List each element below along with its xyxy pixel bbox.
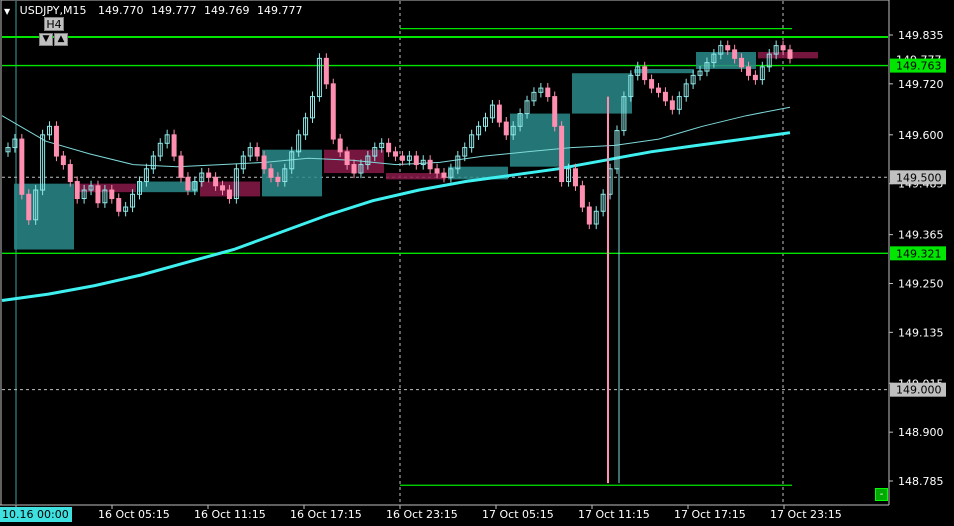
candle-body — [739, 57, 745, 68]
price-tick-label: 149.365 — [898, 229, 944, 242]
candle-body — [441, 172, 447, 178]
candle-body — [399, 155, 405, 161]
candle-body — [178, 155, 184, 178]
chart-header: ▼ USDJPY,M15 149.770 149.777 149.769 149… — [4, 4, 307, 17]
candle-body — [206, 172, 212, 178]
candle-body — [53, 125, 59, 157]
candle-body — [413, 155, 419, 166]
candle-body — [496, 104, 502, 123]
candle-body — [185, 176, 191, 191]
level-149.000-tag: 149.000 — [896, 384, 942, 397]
candle-body — [26, 193, 32, 221]
high-price: 149.777 — [151, 4, 197, 17]
candle-body — [74, 181, 80, 200]
level-149.763-tag: 149.763 — [896, 60, 942, 73]
candle-body — [268, 168, 274, 178]
price-tick-label: 149.250 — [898, 277, 944, 290]
candle-body — [95, 185, 101, 204]
candle-body — [330, 83, 336, 140]
candle-body — [19, 138, 25, 195]
time-tick-label: 17 Oct 11:15 — [578, 508, 650, 521]
candle-body — [552, 96, 558, 127]
candle-body — [649, 79, 655, 89]
candle-body — [503, 121, 509, 136]
time-tick-label: 16 Oct 23:15 — [386, 508, 458, 521]
time-tick-label: 16 Oct 11:15 — [194, 508, 266, 521]
candle-body — [656, 87, 662, 93]
candle-body — [559, 125, 565, 183]
timeframe-switcher: H4 ▼ ▲ — [39, 17, 69, 47]
candle-body — [337, 138, 343, 153]
candle-body — [60, 155, 66, 166]
candle-body — [351, 164, 357, 174]
price-tick-label: 148.785 — [898, 475, 944, 488]
level-149.321-tag: 149.321 — [896, 247, 942, 260]
level-149.500-tag: 149.500 — [896, 171, 942, 184]
h4-box — [76, 183, 136, 193]
candle-body — [572, 168, 578, 187]
time-tick-label: 10.16 00:00 — [2, 508, 69, 521]
time-axis: 10.16 00:00 16 Oct 05:15 16 Oct 11:15 16 Oc… — [0, 505, 842, 522]
candle-body — [545, 87, 551, 98]
candle-body — [669, 100, 675, 110]
price-tick-label: 149.835 — [898, 29, 944, 42]
candle-body — [344, 151, 350, 166]
candle-body — [254, 147, 260, 157]
time-tick-label: 17 Oct 17:15 — [674, 508, 746, 521]
symbol-label: USDJPY,M15 — [19, 4, 87, 17]
candle-body — [787, 49, 793, 59]
candle-body — [323, 57, 329, 85]
chart-background — [0, 0, 954, 526]
price-tick-label: 149.600 — [898, 129, 944, 142]
price-chart[interactable]: 149.835149.720149.600149.485149.365149.2… — [0, 0, 954, 526]
time-tick-label: 16 Oct 05:15 — [98, 508, 170, 521]
candle-body — [579, 185, 585, 208]
price-tick-label: 148.900 — [898, 426, 944, 439]
candle-body — [732, 49, 738, 59]
h4-box — [572, 73, 632, 114]
candle-body — [213, 176, 219, 187]
candle-body — [275, 176, 281, 183]
candle-body — [226, 189, 232, 200]
candle-body — [67, 164, 73, 183]
close-price: 149.777 — [257, 4, 303, 17]
candle-body — [171, 134, 177, 157]
candle-body — [261, 155, 267, 170]
candle-body — [752, 74, 758, 81]
candle-body — [745, 66, 751, 76]
candle-body — [427, 159, 433, 170]
price-tick-label: 149.135 — [898, 326, 944, 339]
candle-body — [642, 66, 648, 81]
candle-body — [116, 198, 122, 212]
low-price: 149.769 — [204, 4, 250, 17]
open-price: 149.770 — [98, 4, 144, 17]
candle-body — [109, 189, 115, 200]
candle-body — [725, 45, 731, 51]
candle-body — [393, 151, 399, 157]
time-tick-label: 17 Oct 23:15 — [770, 508, 842, 521]
time-tick-label: 17 Oct 05:15 — [482, 508, 554, 521]
timeframe-label: H4 — [44, 17, 64, 31]
timeframe-up-button[interactable]: ▲ — [54, 33, 68, 46]
dropdown-triangle-icon[interactable]: ▼ — [4, 7, 10, 16]
price-tick-label: 149.720 — [898, 78, 944, 91]
candle-body — [434, 168, 440, 174]
candle-body — [780, 45, 786, 51]
time-tick-label: 16 Oct 17:15 — [290, 508, 362, 521]
candle-body — [586, 206, 592, 225]
timeframe-down-button[interactable]: ▼ — [39, 33, 53, 46]
minimize-button[interactable]: - — [875, 488, 888, 501]
candle-body — [662, 91, 668, 102]
candle-body — [386, 142, 392, 153]
candle-body — [220, 185, 226, 191]
